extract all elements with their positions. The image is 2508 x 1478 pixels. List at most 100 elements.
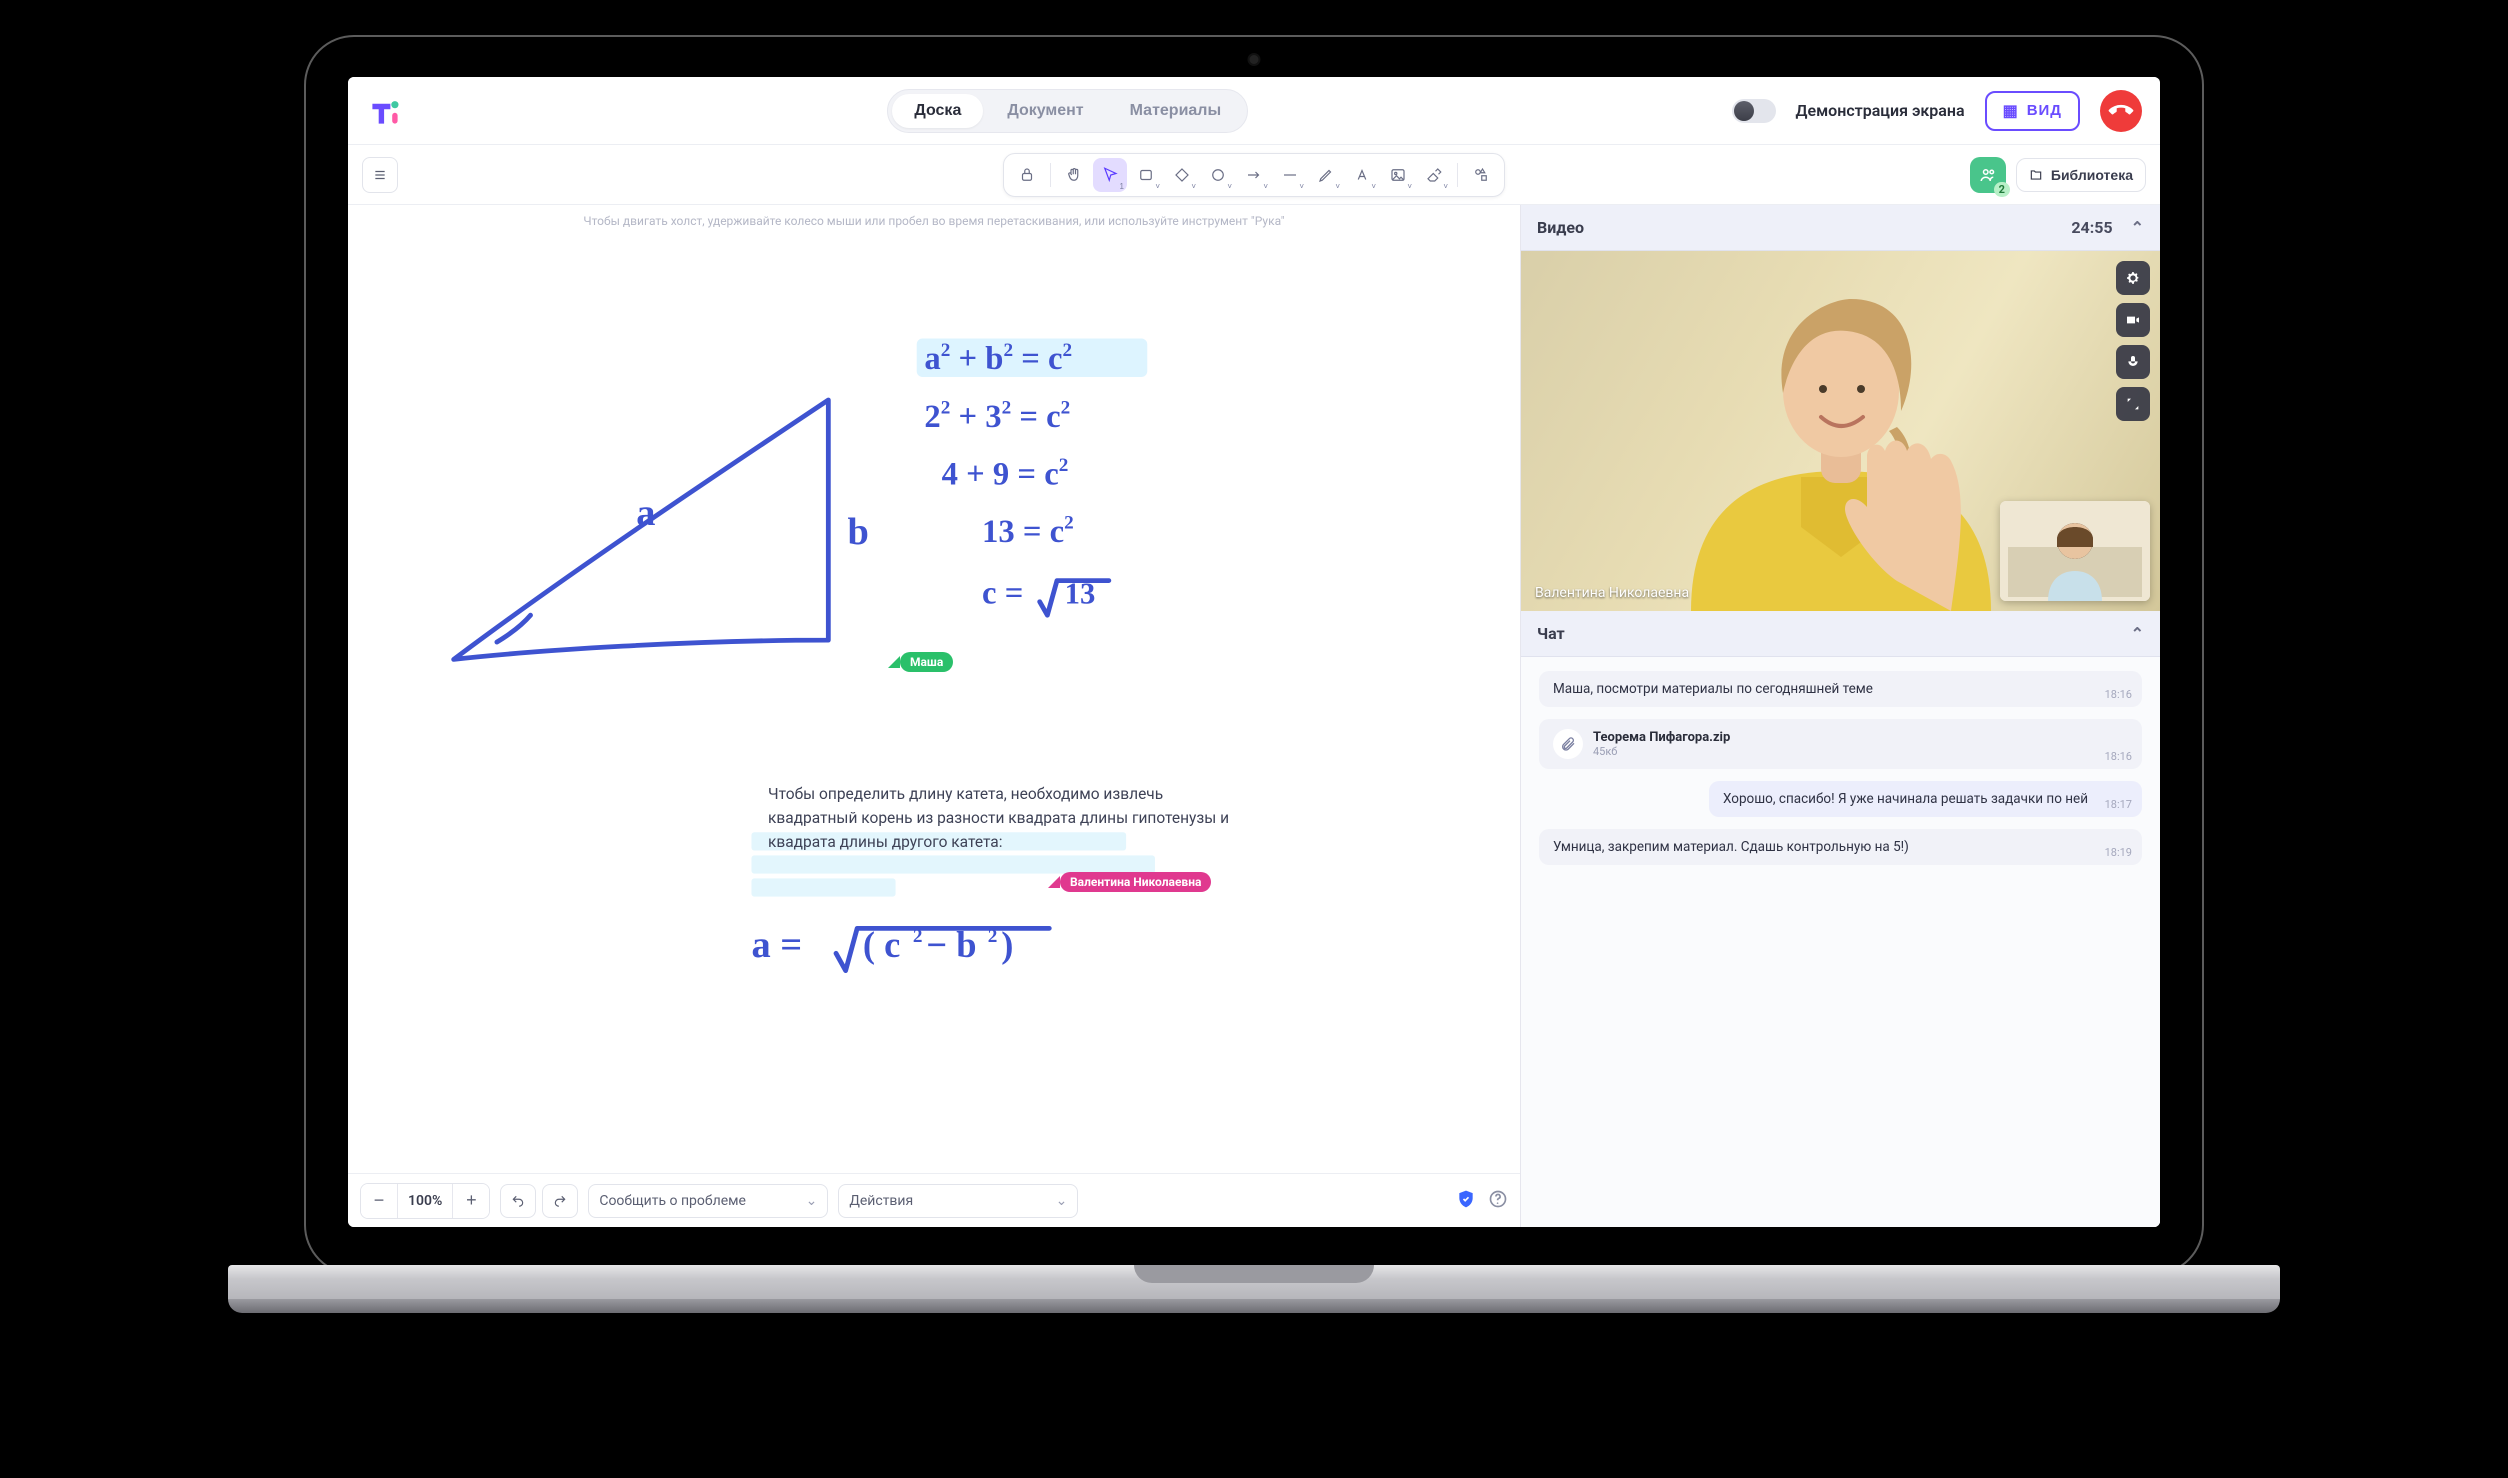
video-expand-button[interactable]	[2116, 387, 2150, 421]
tool-eraser[interactable]: ˅	[1417, 158, 1451, 192]
tool-diamond[interactable]: ˅	[1165, 158, 1199, 192]
paperclip-icon	[1553, 729, 1583, 759]
video-settings-button[interactable]	[2116, 261, 2150, 295]
label-a: a	[636, 492, 655, 534]
tab-document[interactable]: Документ	[985, 94, 1105, 128]
video-name-overlay: Валентина Николаевна	[1535, 585, 1689, 601]
svg-text:13 = c2: 13 = c2	[982, 513, 1074, 550]
undo-button[interactable]	[500, 1184, 536, 1218]
topbar-right: Демонстрация экрана ▦ ВИД	[1732, 90, 2142, 132]
tool-image[interactable]: ˅	[1381, 158, 1415, 192]
whiteboard-canvas[interactable]: a b a2 + b2 = c2 22 + 32 = c2 4 + 9 = c2…	[348, 232, 1520, 1173]
chat-section-header: Чат ⌃	[1521, 611, 2160, 657]
help-icon[interactable]	[1488, 1189, 1508, 1213]
video-camera-button[interactable]	[2116, 303, 2150, 337]
tool-text[interactable]: ˅	[1345, 158, 1379, 192]
tab-materials[interactable]: Материалы	[1108, 94, 1244, 128]
chat-time: 18:17	[2105, 798, 2132, 811]
divider	[1457, 163, 1458, 187]
toolbar-row: 1 ˅ ˅ ˅ ˅ ˅ ˅ ˅ ˅ ˅	[348, 145, 2160, 205]
svg-text:): )	[1001, 924, 1013, 965]
hangup-button[interactable]	[2100, 90, 2142, 132]
report-label: Сообщить о проблеме	[599, 1193, 746, 1209]
label-b: b	[848, 511, 869, 553]
shield-icon[interactable]	[1456, 1189, 1476, 1213]
tab-board[interactable]: Доска	[892, 94, 983, 128]
library-button[interactable]: Библиотека	[2016, 158, 2146, 192]
chat-messages[interactable]: Маша, посмотри материалы по сегодняшней …	[1521, 657, 2160, 1227]
chat-message: Хорошо, спасибо! Я уже начинала решать з…	[1709, 781, 2142, 817]
camera-dot	[1250, 55, 1259, 64]
tool-ellipse[interactable]: ˅	[1201, 158, 1235, 192]
chat-time: 18:16	[2105, 688, 2132, 701]
svg-text:13: 13	[1065, 576, 1096, 610]
toolbar-right: 2 Библиотека	[1970, 157, 2146, 193]
svg-text:2: 2	[988, 926, 998, 947]
screenshare-label: Демонстрация экрана	[1796, 101, 1965, 120]
undo-redo	[500, 1184, 578, 1218]
bottom-bar-right	[1456, 1189, 1508, 1213]
svg-text:a =: a =	[751, 924, 802, 966]
topbar: Доска Документ Материалы Демонстрация эк…	[348, 77, 2160, 145]
tool-lock[interactable]	[1010, 158, 1044, 192]
video-title: Видео	[1537, 218, 1584, 237]
view-button[interactable]: ▦ ВИД	[1985, 91, 2080, 131]
participants-button[interactable]: 2	[1970, 157, 2006, 193]
teacher-avatar	[1651, 271, 2031, 611]
chat-title: Чат	[1537, 624, 1565, 643]
chat-time: 18:16	[2105, 750, 2132, 763]
cursor-masha: Маша	[888, 652, 953, 672]
participants-count: 2	[1994, 182, 2010, 197]
chat-file-name: Теорема Пифагора.zip	[1593, 730, 1730, 745]
tool-arrow[interactable]: ˅	[1237, 158, 1271, 192]
chevron-down-icon: ⌄	[1056, 1193, 1068, 1209]
canvas-panel: Чтобы двигать холст, удерживайте колесо …	[348, 205, 1520, 1227]
view-button-label: ВИД	[2027, 102, 2062, 119]
self-view[interactable]	[2000, 501, 2150, 601]
app-screen: Доска Документ Материалы Демонстрация эк…	[348, 77, 2160, 1227]
svg-text:( c: ( c	[863, 924, 900, 965]
report-dropdown[interactable]: Сообщить о проблеме ⌄	[588, 1184, 828, 1218]
laptop-frame: Доска Документ Материалы Демонстрация эк…	[304, 35, 2204, 1315]
divider	[1050, 163, 1051, 187]
tool-hand[interactable]	[1057, 158, 1091, 192]
screenshare-toggle[interactable]	[1732, 99, 1776, 123]
video-timer: 24:55	[2071, 218, 2112, 237]
cursor-teacher: Валентина Николаевна	[1048, 872, 1211, 892]
video-controls	[2116, 261, 2150, 421]
collapse-video-button[interactable]: ⌃	[2131, 218, 2144, 237]
collapse-chat-button[interactable]: ⌃	[2131, 624, 2144, 643]
actions-label: Действия	[849, 1193, 913, 1209]
note-paragraph: Чтобы определить длину катета, необходим…	[768, 782, 1238, 854]
actions-dropdown[interactable]: Действия ⌄	[838, 1184, 1078, 1218]
layout-icon: ▦	[2003, 101, 2019, 121]
tool-pen[interactable]: ˅	[1309, 158, 1343, 192]
chat-message-file[interactable]: Теорема Пифагора.zip 45кб 18:16	[1539, 719, 2142, 769]
video-mic-button[interactable]	[2116, 345, 2150, 379]
phone-icon	[2105, 95, 2136, 126]
tool-shapes[interactable]	[1464, 158, 1498, 192]
video-area: Валентина Николаевна	[1521, 251, 2160, 611]
canvas-hint: Чтобы двигать холст, удерживайте колесо …	[348, 205, 1520, 232]
screen-bezel: Доска Документ Материалы Демонстрация эк…	[304, 35, 2204, 1275]
tool-select[interactable]: 1	[1093, 158, 1127, 192]
zoom-control: − 100% +	[360, 1183, 490, 1219]
redo-button[interactable]	[542, 1184, 578, 1218]
trackpad-notch	[1134, 1265, 1374, 1283]
tool-rect[interactable]: ˅	[1129, 158, 1163, 192]
tool-line[interactable]: ˅	[1273, 158, 1307, 192]
chat-time: 18:19	[2105, 846, 2132, 859]
zoom-in-button[interactable]: +	[453, 1184, 489, 1218]
laptop-base	[304, 1265, 2204, 1315]
sidebar-toggle-button[interactable]	[362, 157, 398, 193]
toolbar: 1 ˅ ˅ ˅ ˅ ˅ ˅ ˅ ˅ ˅	[1003, 153, 1505, 197]
svg-text:c =: c =	[982, 575, 1023, 611]
zoom-out-button[interactable]: −	[361, 1184, 397, 1218]
chat-message: Умница, закрепим материал. Сдашь контрол…	[1539, 829, 2142, 865]
bottom-bar: − 100% + Сообщить о проблеме ⌄	[348, 1173, 1520, 1227]
svg-text:22 + 32 = c2: 22 + 32 = c2	[924, 397, 1070, 434]
canvas-artwork: a b a2 + b2 = c2 22 + 32 = c2 4 + 9 = c2…	[348, 232, 1520, 1173]
svg-text:4 + 9 = c2: 4 + 9 = c2	[942, 455, 1069, 492]
chat-file-size: 45кб	[1593, 745, 1730, 758]
zoom-value: 100%	[397, 1184, 453, 1218]
